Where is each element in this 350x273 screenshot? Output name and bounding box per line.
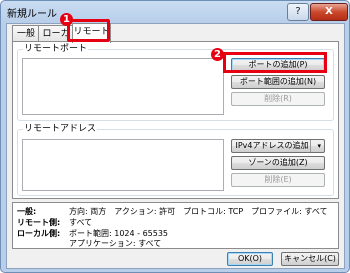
remote-port-group-label: リモートポート [23,44,89,55]
delete-port-button[interactable]: 削除(R) [231,92,325,106]
close-button[interactable]: X [310,3,348,21]
chevron-down-icon[interactable]: ▾ [317,140,321,152]
remote-address-group: リモートアドレス IPv4アドレスの追加 ▾ ゾーンの追加(Z) 削除(E) [17,124,334,196]
add-zone-button[interactable]: ゾーンの追加(Z) [231,156,325,170]
summary-local-app-text: アプリケーション: すべて [69,239,162,248]
summary-general-label: 一般: [17,207,37,216]
window-title: 新規ルール [7,9,57,20]
rule-summary: 一般: 方向: 両方 アクション: 許可 プロトコル: TCP プロファイル: … [12,202,339,249]
callout-marker-1: 1 [60,13,73,26]
remote-address-list[interactable] [22,139,224,191]
delete-address-button[interactable]: 削除(E) [231,173,325,187]
add-port-range-button[interactable]: ポート範囲の追加(N) [231,75,325,89]
split-separator [310,140,311,152]
add-port-highlight-frame [223,52,327,73]
summary-general-text: 方向: 両方 アクション: 許可 プロトコル: TCP プロファイル: すべて [69,207,328,216]
remote-port-list[interactable] [22,58,224,115]
add-ipv4-split-button[interactable]: IPv4アドレスの追加 ▾ [231,139,325,153]
title-bar[interactable]: 新規ルール ? X [1,1,349,23]
remote-address-group-label: リモートアドレス [23,124,98,135]
summary-remote-label: リモート側: [17,218,61,227]
cancel-button[interactable]: キャンセル(C) [281,252,339,266]
summary-remote-text: すべて [69,218,93,227]
dialog-window: 新規ルール ? X 一般 ローカル リモート リモートポート ポートの追加(P)… [0,0,350,273]
ok-button[interactable]: OK(O) [227,252,273,266]
help-button[interactable]: ? [287,3,309,21]
tab-general[interactable]: 一般 [12,25,40,42]
summary-local-label: ローカル側: [17,229,61,238]
callout-marker-2: 2 [211,48,224,61]
add-ipv4-label: IPv4アドレスの追加 [235,141,309,150]
tab-highlight-frame [67,19,110,42]
